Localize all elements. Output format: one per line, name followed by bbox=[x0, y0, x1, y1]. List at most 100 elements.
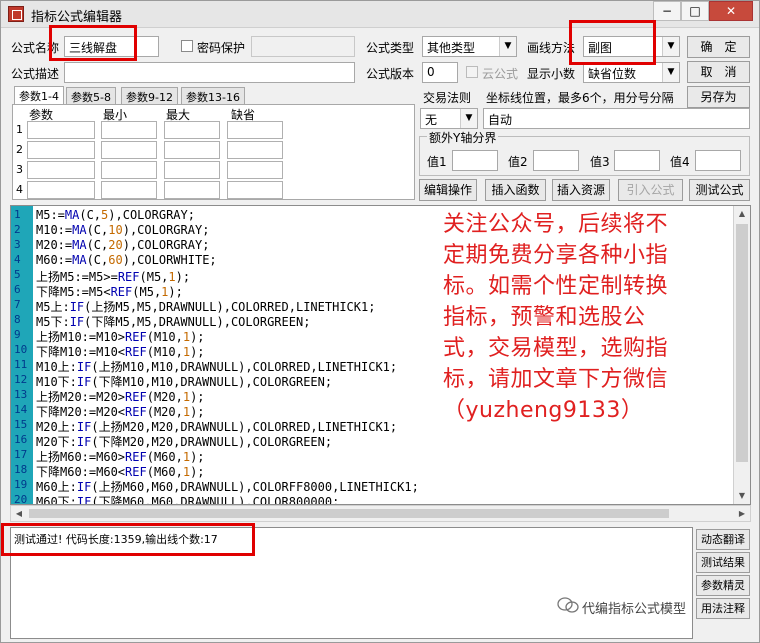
overlay-line: 指标，预警和选股公 bbox=[443, 305, 646, 330]
test-result-button[interactable]: 测试结果 bbox=[696, 552, 750, 573]
trade-rule-value: 无 bbox=[425, 113, 438, 127]
param-max-cell[interactable] bbox=[164, 161, 220, 179]
param-max-cell[interactable] bbox=[164, 121, 220, 139]
axis-value-3-input[interactable] bbox=[614, 150, 660, 171]
line-number: 8 bbox=[14, 313, 21, 326]
scroll-down-icon[interactable]: ▼ bbox=[734, 488, 750, 504]
param-row-number: 1 bbox=[16, 123, 23, 136]
cloud-formula-checkbox[interactable] bbox=[466, 66, 478, 78]
line-number: 7 bbox=[14, 298, 21, 311]
param-wizard-button[interactable]: 参数精灵 bbox=[696, 575, 750, 596]
password-input[interactable] bbox=[251, 36, 355, 57]
scroll-right-icon[interactable]: ▶ bbox=[734, 506, 750, 521]
draw-method-select[interactable]: 副图 ▼ bbox=[583, 36, 680, 57]
maximize-button[interactable]: □ bbox=[681, 1, 709, 21]
param-max-cell[interactable] bbox=[164, 181, 220, 199]
cancel-button[interactable]: 取 消 bbox=[687, 61, 750, 83]
formula-desc-input[interactable] bbox=[64, 62, 355, 83]
app-icon bbox=[8, 6, 24, 22]
param-default-cell[interactable] bbox=[227, 121, 283, 139]
scroll-left-icon[interactable]: ◀ bbox=[11, 506, 27, 521]
param-default-cell[interactable] bbox=[227, 141, 283, 159]
axis-value-1-input[interactable] bbox=[452, 150, 498, 171]
edit-op-button[interactable]: 编辑操作 bbox=[419, 179, 477, 201]
close-button[interactable]: ✕ bbox=[709, 1, 753, 21]
params-table: 参数 最小 最大 缺省 1 2 3 4 bbox=[12, 104, 415, 200]
axis-value-2-input[interactable] bbox=[533, 150, 579, 171]
param-row-number: 2 bbox=[16, 143, 23, 156]
import-formula-button[interactable]: 引入公式 bbox=[618, 179, 683, 201]
password-protect-label: 密码保护 bbox=[197, 41, 246, 55]
param-min-cell[interactable] bbox=[101, 181, 157, 199]
overlay-line: 关注公众号，后续将不 bbox=[443, 212, 669, 237]
watermark-text: 代编指标公式模型 bbox=[582, 602, 687, 617]
param-min-cell[interactable] bbox=[101, 141, 157, 159]
line-number: 20 bbox=[14, 493, 28, 505]
usage-notes-button[interactable]: 用法注释 bbox=[696, 598, 750, 619]
param-row-number: 4 bbox=[16, 183, 23, 196]
formula-name-input[interactable]: 三线解盘 bbox=[64, 36, 159, 57]
trade-rule-select[interactable]: 无 ▼ bbox=[420, 108, 478, 129]
line-number: 9 bbox=[14, 328, 21, 341]
horizontal-scrollbar[interactable]: ◀ ▶ bbox=[10, 505, 751, 522]
code-line: M5:=MA(C,5),COLORGRAY; bbox=[36, 208, 195, 222]
tab-params-13-16[interactable]: 参数13-16 bbox=[181, 87, 245, 104]
param-name-cell[interactable] bbox=[27, 141, 95, 159]
param-name-cell[interactable] bbox=[27, 161, 95, 179]
coord-line-input[interactable]: 自动 bbox=[483, 108, 750, 129]
dynamic-translate-button[interactable]: 动态翻译 bbox=[696, 529, 750, 550]
minimize-button[interactable]: − bbox=[653, 1, 681, 21]
param-default-cell[interactable] bbox=[227, 181, 283, 199]
ok-button[interactable]: 确 定 bbox=[687, 36, 750, 58]
tab-params-5-8[interactable]: 参数5-8 bbox=[66, 87, 116, 104]
overlay-line: 标，请加文章下方微信 bbox=[443, 367, 669, 392]
line-number: 3 bbox=[14, 238, 21, 251]
insert-function-button[interactable]: 插入函数 bbox=[485, 179, 546, 201]
insert-resource-button[interactable]: 插入资源 bbox=[552, 179, 610, 201]
overlay-line: 定期免费分享各种小指 bbox=[443, 243, 669, 268]
param-name-cell[interactable] bbox=[27, 181, 95, 199]
formula-editor-window: 指标公式编辑器 − □ ✕ 公式名称 三线解盘 密码保护 公式类型 其他类型 ▼… bbox=[0, 0, 760, 643]
line-number: 5 bbox=[14, 268, 21, 281]
test-output-panel: 测试通过! 代码长度:1359,输出线个数:17 bbox=[10, 527, 693, 639]
formula-version-input[interactable]: 0 bbox=[422, 62, 458, 83]
line-number: 17 bbox=[14, 448, 28, 461]
line-number: 15 bbox=[14, 418, 28, 431]
line-number: 13 bbox=[14, 388, 28, 401]
param-default-cell[interactable] bbox=[227, 161, 283, 179]
decimals-label: 显示小数 bbox=[527, 67, 576, 81]
line-number: 10 bbox=[14, 343, 28, 356]
test-result-text: 测试通过! 代码长度:1359,输出线个数:17 bbox=[14, 533, 218, 546]
line-number: 11 bbox=[14, 358, 28, 371]
param-min-cell[interactable] bbox=[101, 121, 157, 139]
formula-type-select[interactable]: 其他类型 ▼ bbox=[422, 36, 517, 57]
param-min-cell[interactable] bbox=[101, 161, 157, 179]
cloud-formula-label: 云公式 bbox=[482, 67, 519, 81]
param-name-cell[interactable] bbox=[27, 121, 95, 139]
axis-value-label: 值1 bbox=[427, 155, 447, 169]
param-row-number: 3 bbox=[16, 163, 23, 176]
chevron-down-icon: ▼ bbox=[662, 63, 679, 82]
decimals-value: 缺省位数 bbox=[588, 67, 637, 81]
tab-params-1-4[interactable]: 参数1-4 bbox=[14, 86, 64, 105]
param-max-cell[interactable] bbox=[164, 141, 220, 159]
draw-method-label: 画线方法 bbox=[527, 41, 576, 55]
chevron-down-icon: ▼ bbox=[499, 37, 516, 56]
axis-value-label: 值2 bbox=[508, 155, 528, 169]
test-formula-button[interactable]: 测试公式 bbox=[689, 179, 750, 201]
password-protect-checkbox[interactable] bbox=[181, 40, 193, 52]
code-line: M60:=MA(C,60),COLORWHITE; bbox=[36, 253, 217, 267]
formula-type-label: 公式类型 bbox=[366, 41, 415, 55]
code-line: M60下:IF(下降M60,M60,DRAWNULL),COLOR800000; bbox=[36, 495, 340, 505]
line-number: 4 bbox=[14, 253, 21, 266]
formula-name-label: 公式名称 bbox=[11, 41, 60, 55]
title-bar[interactable]: 指标公式编辑器 − □ ✕ bbox=[1, 1, 759, 28]
axis-value-4-input[interactable] bbox=[695, 150, 741, 171]
line-number: 18 bbox=[14, 463, 28, 476]
line-number: 14 bbox=[14, 403, 28, 416]
save-as-button[interactable]: 另存为 bbox=[687, 86, 750, 108]
h-scroll-thumb[interactable] bbox=[29, 509, 669, 518]
line-number: 1 bbox=[14, 208, 21, 221]
decimals-select[interactable]: 缺省位数 ▼ bbox=[583, 62, 680, 83]
tab-params-9-12[interactable]: 参数9-12 bbox=[121, 87, 178, 104]
